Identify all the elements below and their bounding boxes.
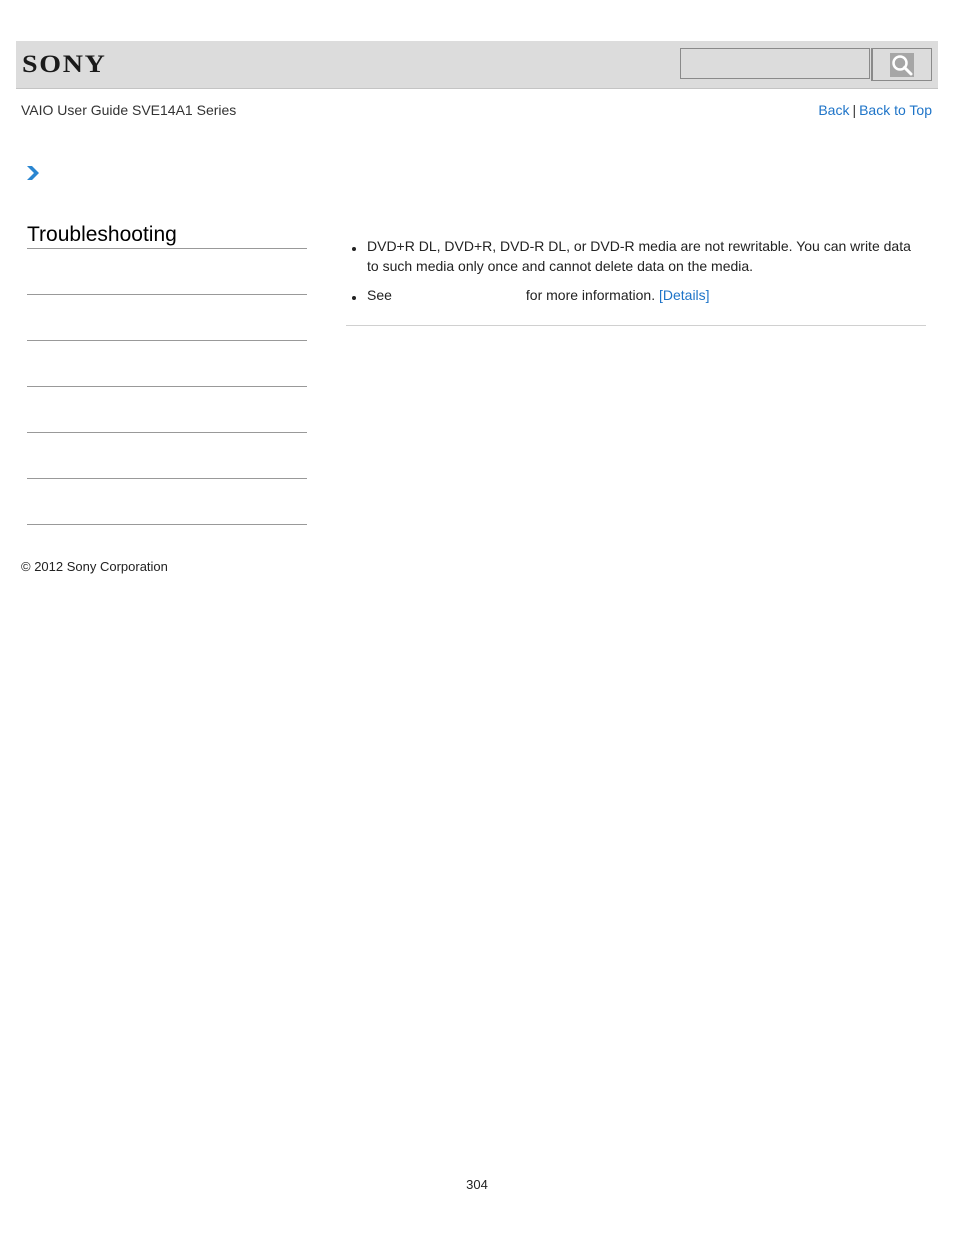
sidebar-item[interactable] — [27, 433, 307, 479]
sidebar-item[interactable] — [27, 387, 307, 433]
top-links: Back | Back to Top — [818, 102, 932, 118]
bullet-prefix: See — [367, 287, 392, 303]
sidebar-item[interactable] — [27, 341, 307, 387]
bullet-list: DVD+R DL, DVD+R, DVD-R DL, or DVD-R medi… — [346, 236, 926, 305]
back-to-top-link[interactable]: Back to Top — [859, 102, 932, 118]
search-button[interactable] — [871, 48, 932, 81]
magnifier-icon — [890, 52, 914, 77]
search-input[interactable] — [680, 48, 870, 79]
details-link[interactable]: [Details] — [659, 287, 710, 303]
sidebar-item[interactable] — [27, 295, 307, 341]
bullet-text: DVD+R DL, DVD+R, DVD-R DL, or DVD-R medi… — [367, 238, 911, 274]
sony-logo: SONY — [22, 51, 107, 78]
sidebar-title: Troubleshooting — [27, 222, 307, 249]
back-link[interactable]: Back — [818, 102, 849, 118]
content-divider — [346, 325, 926, 326]
sidebar-item[interactable] — [27, 479, 307, 525]
copyright: © 2012 Sony Corporation — [21, 559, 168, 574]
sidebar-item[interactable] — [27, 249, 307, 295]
main-content: DVD+R DL, DVD+R, DVD-R DL, or DVD-R medi… — [346, 236, 926, 314]
page-number: 304 — [466, 1177, 488, 1192]
bullet-suffix: for more information. — [525, 287, 656, 303]
link-separator: | — [852, 102, 857, 118]
chevron-right-icon[interactable] — [26, 165, 40, 181]
list-item: DVD+R DL, DVD+R, DVD-R DL, or DVD-R medi… — [346, 236, 926, 276]
sidebar: Troubleshooting — [27, 222, 307, 525]
header-bar: SONY — [16, 41, 938, 89]
list-item: See for more information. [Details] — [346, 285, 926, 305]
guide-title: VAIO User Guide SVE14A1 Series — [21, 102, 237, 118]
